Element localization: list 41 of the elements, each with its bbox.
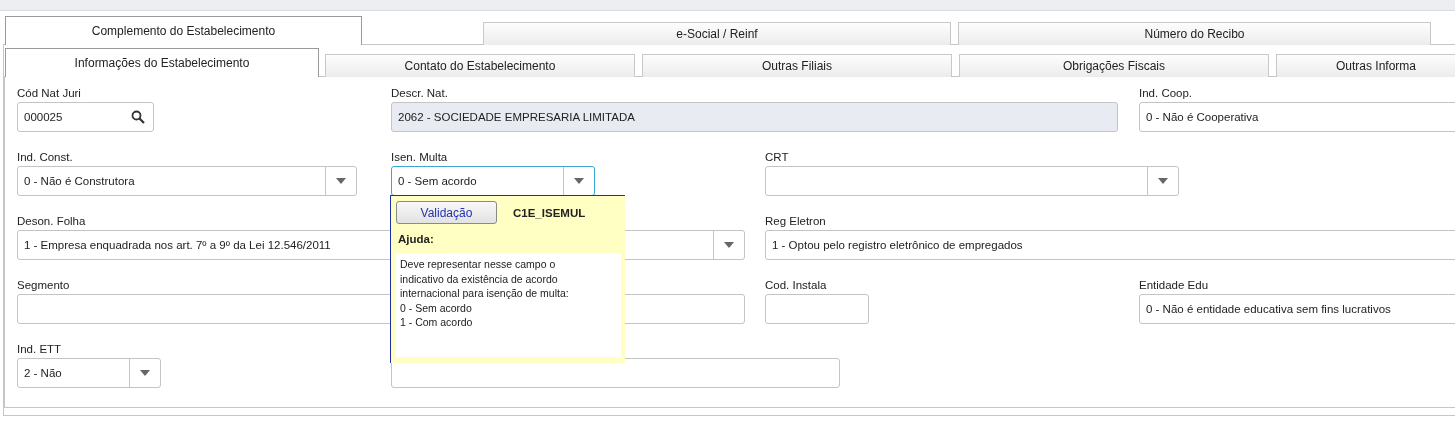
validation-button[interactable]: Validação [396,201,497,224]
field-label: Segmento [17,278,70,293]
input-field[interactable]: 0 - Não é Cooperativa [1139,102,1455,132]
field-label: Deson. Folha [17,214,86,229]
field-label: Ind. ETT [17,342,62,357]
tab[interactable]: Outras Informa [1276,54,1455,77]
caret-icon[interactable] [336,178,346,184]
tab[interactable]: Outras Filiais [642,54,952,77]
caret-icon[interactable] [574,178,584,184]
tab[interactable]: Número do Recibo [958,22,1431,45]
help-heading: Ajuda: [398,233,434,245]
dropdown-field[interactable]: 0 - Não é Construtora [17,166,357,196]
input-field[interactable] [391,358,840,388]
field-label: Descr. Nat. [391,86,448,101]
field-label: Ind. Const. [17,150,73,165]
caret-icon[interactable] [140,370,150,376]
field-label: Entidade Edu [1139,278,1209,293]
input-field[interactable] [765,294,869,324]
dropdown-field[interactable]: 0 - Sem acordo [391,166,595,196]
field-code: C1E_ISEMUL [513,206,586,219]
input-field[interactable]: 2062 - SOCIEDADE EMPRESARIA LIMITADA [391,102,1118,132]
tab[interactable]: Obrigações Fiscais [959,54,1269,77]
field-label: Ind. Coop. [1139,86,1193,101]
help-text: Deve representar nesse campo o indicativo da existência de acordo internacional para isenção de multa: 0 - Sem acordo 1 - Com acordo [396,253,621,357]
caret-icon[interactable] [724,242,734,248]
tab[interactable]: Informações do Estabelecimento [5,48,319,77]
input-field[interactable]: 0 - Não é entidade educativa sem fins lucrativos [1139,294,1455,324]
input-field[interactable]: 1 - Optou pelo registro eletrônico de empregados [765,230,1455,260]
search-icon[interactable] [131,110,145,124]
field-label: Reg Eletron [765,214,826,229]
caret-icon[interactable] [1158,178,1168,184]
field-label: Cód Nat Juri [17,86,81,101]
tab[interactable]: e-Social / Reinf [483,22,951,45]
input-field[interactable]: 000025 [17,102,154,132]
dropdown-field[interactable] [765,166,1179,196]
field-label: Isen. Multa [391,150,448,165]
dropdown-field[interactable]: 2 - Não [17,358,161,388]
tab[interactable]: Complemento do Estabelecimento [5,16,362,45]
tab[interactable]: Contato do Estabelecimento [325,54,635,77]
field-label: CRT [765,150,789,165]
field-label: Cod. Instala [765,278,827,293]
